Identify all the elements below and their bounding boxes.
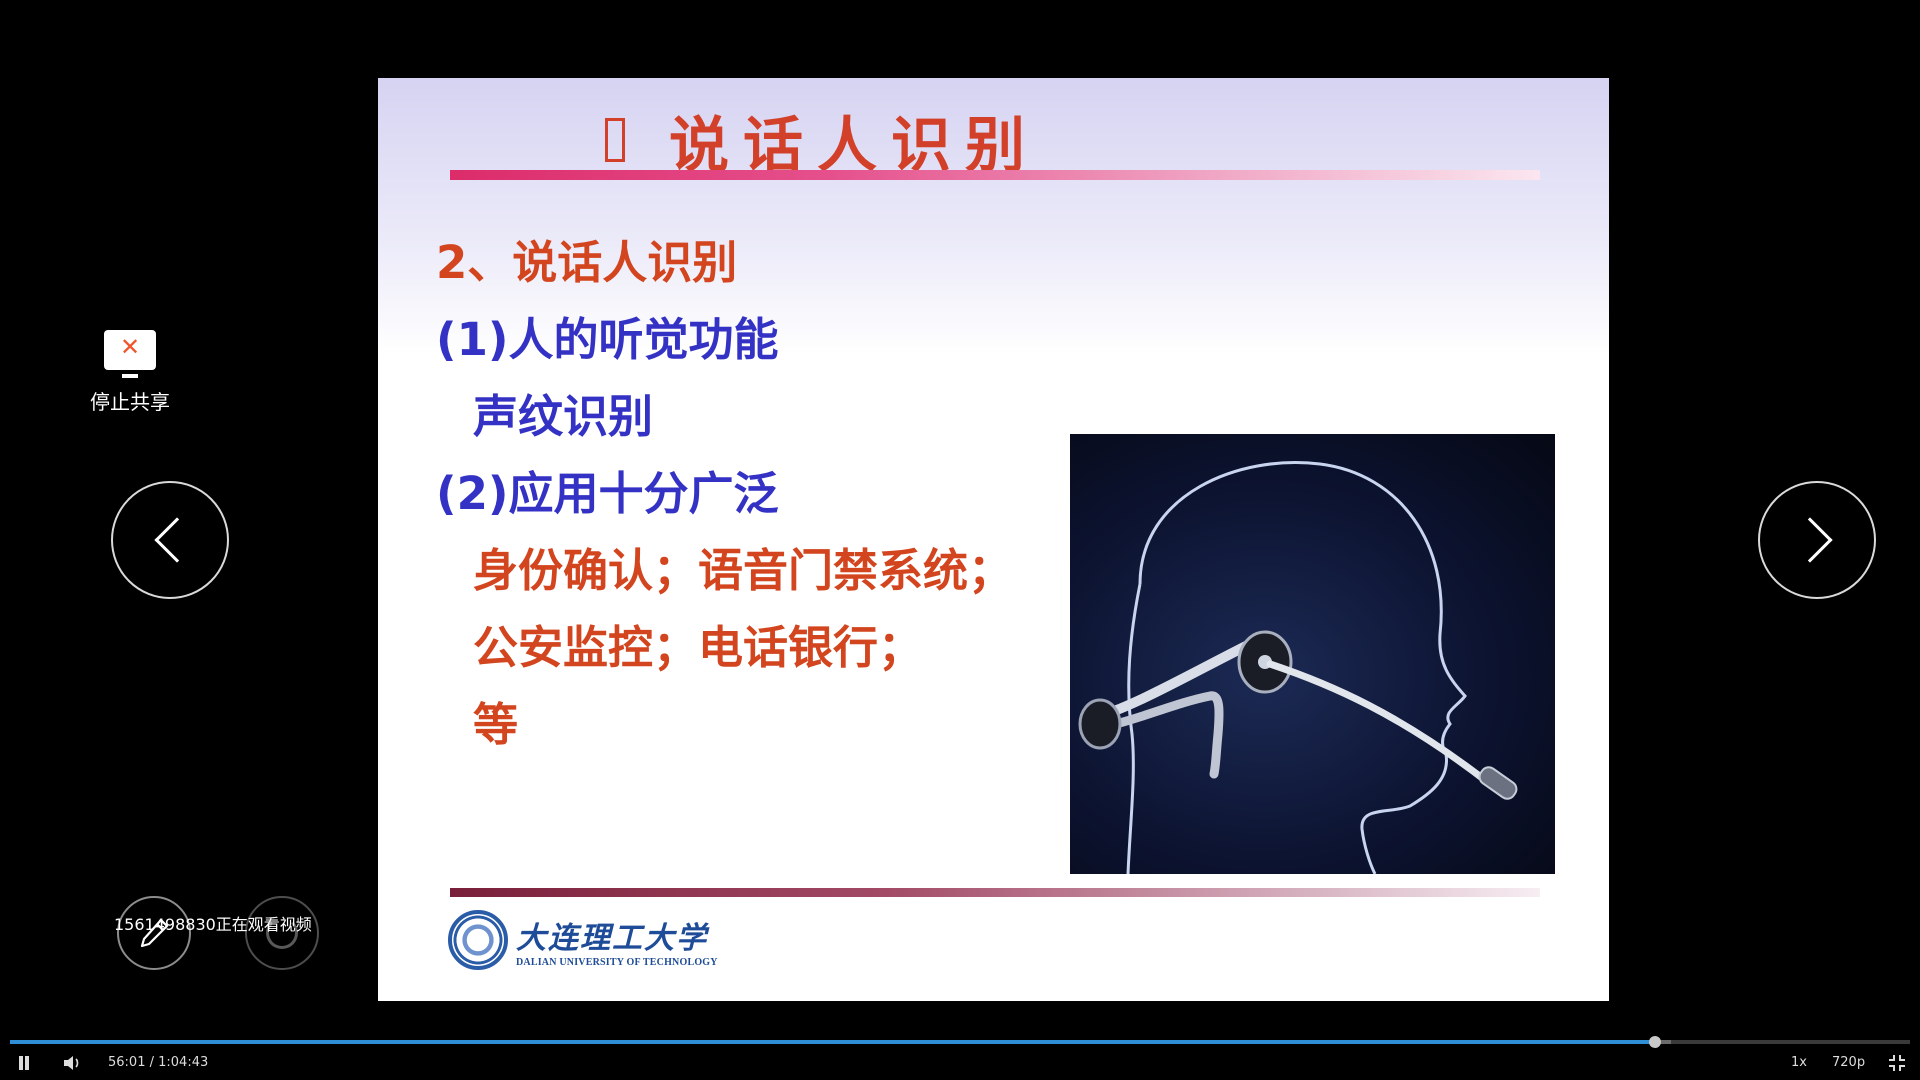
player-control-bar: 56:01 / 1:04:43 1x 720p <box>0 1046 1920 1080</box>
stop-share-icon: ✕ <box>104 330 156 378</box>
playback-time: 56:01 / 1:04:43 <box>108 1055 209 1070</box>
headset-illustration <box>1078 461 1518 875</box>
logo-name-en: DALIAN UNIVERSITY OF TECHNOLOGY <box>516 956 718 968</box>
slide: 说话人识别 2、说话人识别 (1)人的听觉功能 声纹识别 (2)应用十分广泛 身… <box>378 78 1609 1001</box>
slide-line: (1)人的听觉功能 <box>436 313 779 366</box>
slide-title: 说话人识别 <box>605 100 1039 181</box>
footer-divider <box>450 888 1540 897</box>
pause-icon[interactable] <box>17 1056 31 1070</box>
chevron-left-icon <box>154 517 200 563</box>
stop-share-label: 停止共享 <box>90 390 170 414</box>
next-slide-button[interactable] <box>1758 481 1876 599</box>
volume-icon[interactable] <box>62 1055 82 1071</box>
slide-line: 公安监控；电话银行； <box>473 621 924 674</box>
slide-line: 身份确认；语音门禁系统； <box>473 544 1014 597</box>
university-logo: 大连理工大学 DALIAN UNIVERSITY OF TECHNOLOGY <box>448 906 718 974</box>
slide-line: 等 <box>473 698 519 751</box>
progress-played <box>10 1040 1656 1044</box>
previous-slide-button[interactable] <box>111 481 229 599</box>
headset-photo <box>1070 434 1555 875</box>
progress-bar[interactable] <box>10 1036 1910 1048</box>
title-divider <box>450 170 1540 180</box>
chevron-right-icon <box>1787 517 1833 563</box>
slide-line: (2)应用十分广泛 <box>436 467 779 520</box>
playback-speed-button[interactable]: 1x <box>1791 1055 1807 1070</box>
university-seal-icon <box>448 910 508 970</box>
quality-button[interactable]: 720p <box>1832 1055 1865 1070</box>
viewer-watermark: 1561498830正在观看视频 <box>114 915 312 934</box>
bullet-icon <box>605 118 625 162</box>
exit-fullscreen-icon[interactable] <box>1888 1054 1906 1072</box>
slide-line: 声纹识别 <box>473 390 654 443</box>
stop-share-button[interactable]: ✕ 停止共享 <box>84 330 176 415</box>
slide-line: 2、说话人识别 <box>436 236 738 289</box>
logo-name-cn: 大连理工大学 <box>516 920 708 956</box>
